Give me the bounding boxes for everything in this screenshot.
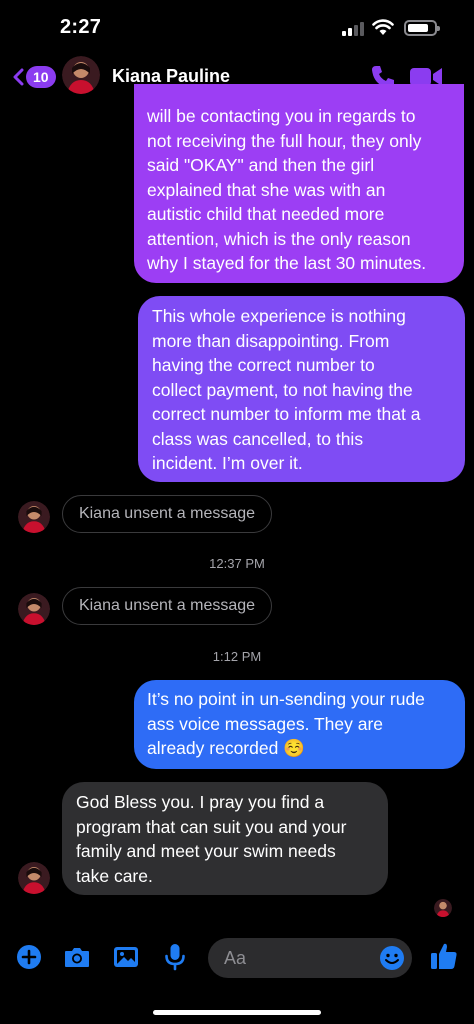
unsent-message-notice: Kiana unsent a message bbox=[62, 495, 272, 533]
status-time: 2:27 bbox=[60, 16, 102, 38]
back-button[interactable]: 10 bbox=[12, 64, 56, 90]
thumbs-up-icon[interactable] bbox=[428, 940, 460, 972]
unread-count-badge: 10 bbox=[26, 66, 56, 88]
message-bubble-outgoing[interactable]: will be contacting you in regards to not… bbox=[134, 84, 464, 283]
chevron-left-icon bbox=[13, 68, 24, 86]
message-composer bbox=[0, 930, 474, 986]
photo-icon[interactable] bbox=[111, 942, 141, 972]
contact-avatar[interactable] bbox=[18, 862, 50, 894]
smiley-icon[interactable] bbox=[378, 944, 406, 972]
contact-avatar[interactable] bbox=[18, 501, 50, 533]
status-bar: 2:27 bbox=[0, 0, 474, 54]
home-indicator bbox=[153, 1010, 321, 1015]
wifi-icon bbox=[372, 19, 394, 35]
camera-icon[interactable] bbox=[62, 942, 92, 972]
timestamp: 12:37 PM bbox=[209, 556, 265, 571]
timestamp: 1:12 PM bbox=[212, 649, 262, 664]
read-receipt-avatar bbox=[434, 899, 452, 917]
contact-avatar[interactable] bbox=[18, 593, 50, 625]
cellular-signal-icon bbox=[342, 22, 364, 36]
message-input[interactable] bbox=[224, 938, 374, 978]
battery-icon bbox=[404, 20, 440, 36]
message-bubble-outgoing[interactable]: It’s no point in un-sending your rude as… bbox=[134, 680, 465, 769]
unsent-message-notice: Kiana unsent a message bbox=[62, 587, 272, 625]
contact-avatar[interactable] bbox=[62, 56, 100, 94]
message-bubble-incoming[interactable]: God Bless you. I pray you find a program… bbox=[62, 782, 388, 895]
plus-circle-icon[interactable] bbox=[14, 942, 44, 972]
microphone-icon[interactable] bbox=[160, 942, 190, 972]
message-bubble-outgoing[interactable]: This whole experience is nothing more th… bbox=[138, 296, 465, 482]
message-input-container[interactable] bbox=[208, 938, 412, 978]
